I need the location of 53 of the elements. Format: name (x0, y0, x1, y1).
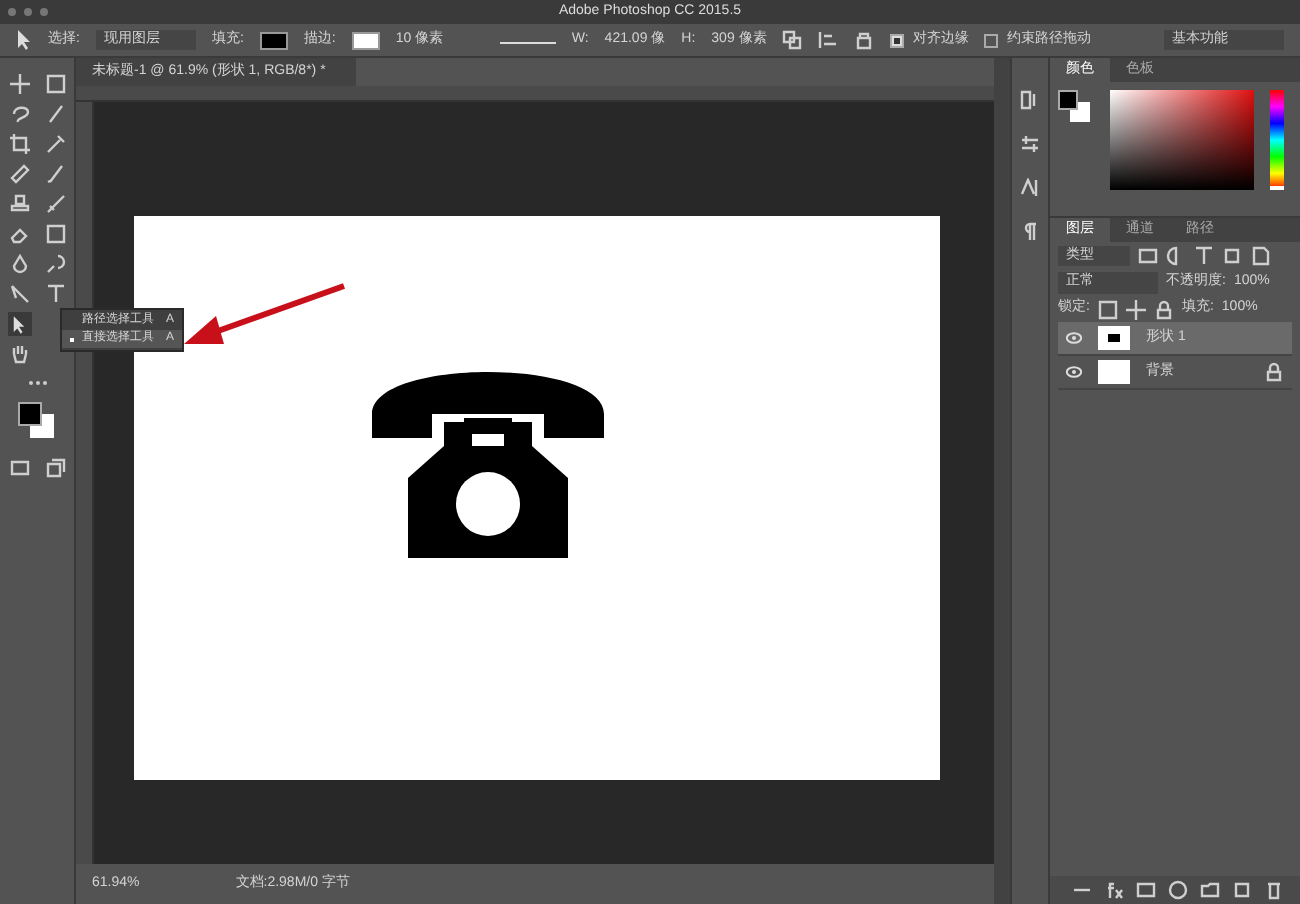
eyedropper-icon[interactable] (45, 134, 65, 154)
path-operations-icon[interactable] (782, 30, 803, 50)
dodge-tool-icon[interactable] (45, 254, 65, 274)
type-filter-icon[interactable] (1194, 246, 1214, 266)
lasso-tool-icon[interactable] (9, 104, 29, 124)
new-layer-icon[interactable] (1232, 880, 1252, 900)
checkbox[interactable] (890, 33, 905, 47)
crop-tool-icon[interactable] (9, 134, 29, 154)
lock-pixels-icon[interactable] (1097, 299, 1118, 319)
adjustment-layer-icon[interactable] (1168, 880, 1188, 900)
quick-mask-icon[interactable] (9, 458, 29, 478)
mask-icon[interactable] (1136, 880, 1156, 900)
image-filter-icon[interactable] (1138, 246, 1158, 266)
paragraph-icon[interactable] (1020, 222, 1040, 242)
history-brush-icon[interactable] (45, 194, 65, 214)
screen-mode-icon[interactable] (45, 458, 65, 478)
color-picker-field[interactable] (1110, 90, 1254, 190)
fx-icon[interactable] (1104, 880, 1124, 900)
marquee-tool-icon[interactable] (45, 74, 65, 94)
history-panel-icon[interactable] (1020, 90, 1040, 110)
eye-icon[interactable] (1066, 366, 1082, 378)
folder-icon[interactable] (1200, 880, 1220, 900)
blur-drop-icon[interactable] (9, 254, 29, 274)
path-alignment-icon[interactable] (818, 30, 839, 50)
path-arrangement-icon[interactable] (854, 30, 875, 50)
layer-thumbnail (1098, 360, 1130, 384)
eye-icon[interactable] (1066, 332, 1082, 344)
layer-thumbnail (1098, 326, 1130, 350)
color-swatches[interactable] (1058, 90, 1094, 126)
adjustments-panel-icon[interactable] (1020, 134, 1040, 154)
stroke-swatch[interactable] (351, 31, 380, 49)
padlock-icon[interactable] (1153, 299, 1174, 319)
hand-tool-icon[interactable] (9, 344, 29, 364)
type-tool-icon[interactable] (45, 284, 65, 304)
more-tools-icon[interactable] (27, 380, 47, 386)
healing-tool-icon[interactable] (9, 164, 29, 184)
path-select-tool[interactable] (7, 312, 31, 336)
stamp-tool-icon[interactable] (9, 194, 29, 214)
arrow-pointer-icon (12, 315, 26, 333)
eraser-icon[interactable] (9, 224, 29, 244)
move-tool-icon[interactable] (9, 74, 29, 94)
color-swatches[interactable] (17, 402, 57, 442)
hue-slider[interactable] (1270, 90, 1284, 190)
padlock-icon[interactable] (1264, 362, 1284, 382)
shape-filter-icon[interactable] (1222, 246, 1242, 266)
fill-swatch[interactable] (259, 31, 288, 49)
pen-tool-icon[interactable] (9, 284, 29, 304)
trash-icon[interactable] (1264, 880, 1284, 900)
checkbox[interactable] (984, 33, 999, 47)
character-panel-icon[interactable] (1020, 178, 1040, 198)
arrow-pointer-icon[interactable] (16, 30, 32, 50)
lock-position-icon[interactable] (1125, 299, 1146, 319)
smart-object-filter-icon[interactable] (1250, 246, 1270, 266)
